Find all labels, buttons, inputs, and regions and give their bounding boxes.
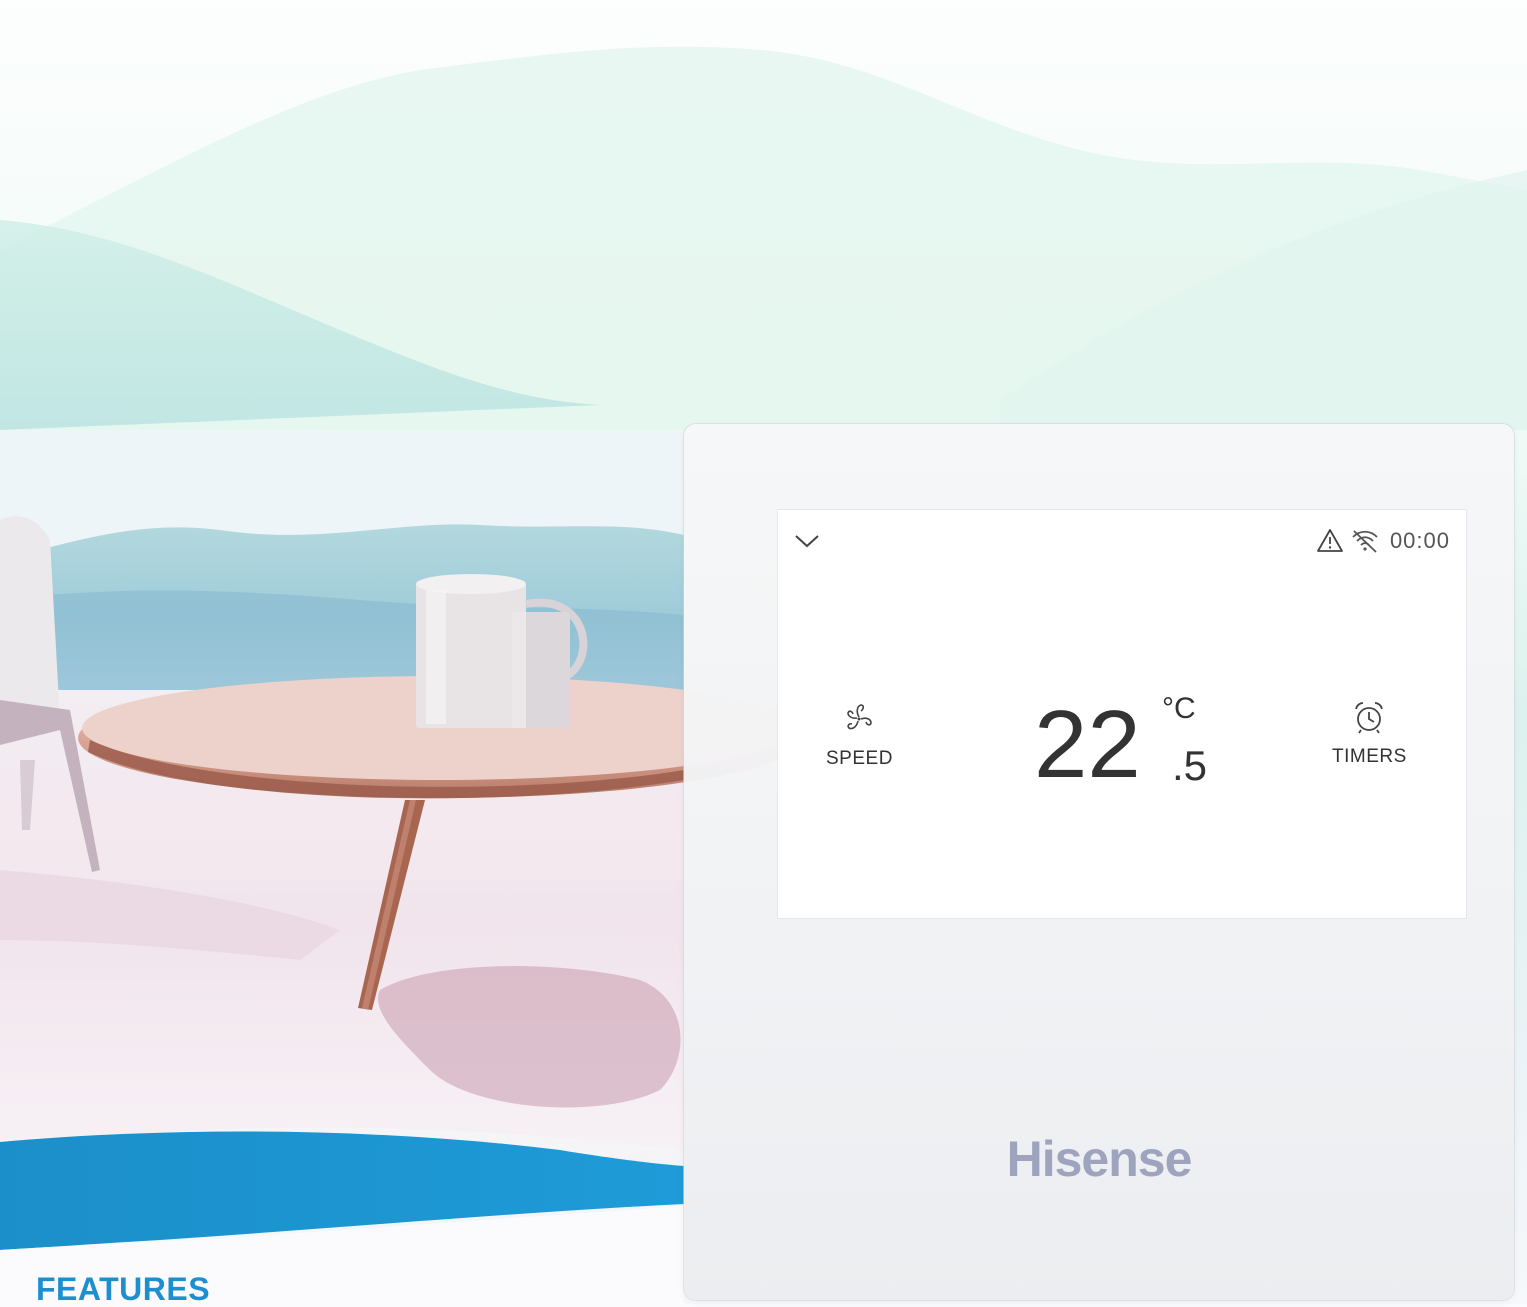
speed-button[interactable]: SPEED xyxy=(826,700,893,770)
wifi-off-icon[interactable] xyxy=(1350,528,1380,554)
temperature-value: 22 xyxy=(1034,691,1141,798)
brand-logo: Hisense xyxy=(1006,1131,1193,1187)
status-clock: 00:00 xyxy=(1389,528,1450,553)
alarm-clock-icon xyxy=(1355,702,1384,734)
controller-display: 00:00 SPEED 22 °C .5 TIMERS xyxy=(778,510,1466,918)
warning-icon[interactable] xyxy=(1316,528,1344,554)
chevron-down-icon[interactable] xyxy=(792,526,822,556)
speed-label: SPEED xyxy=(826,748,893,769)
temperature-unit: °C xyxy=(1162,692,1196,725)
temperature-decimal: .5 xyxy=(1172,742,1208,789)
timers-button[interactable]: TIMERS xyxy=(1332,700,1407,768)
timers-label: TIMERS xyxy=(1332,746,1407,767)
status-bar: 00:00 xyxy=(1316,528,1450,554)
features-heading: FEATURES xyxy=(36,1271,211,1307)
fan-icon xyxy=(847,704,873,730)
